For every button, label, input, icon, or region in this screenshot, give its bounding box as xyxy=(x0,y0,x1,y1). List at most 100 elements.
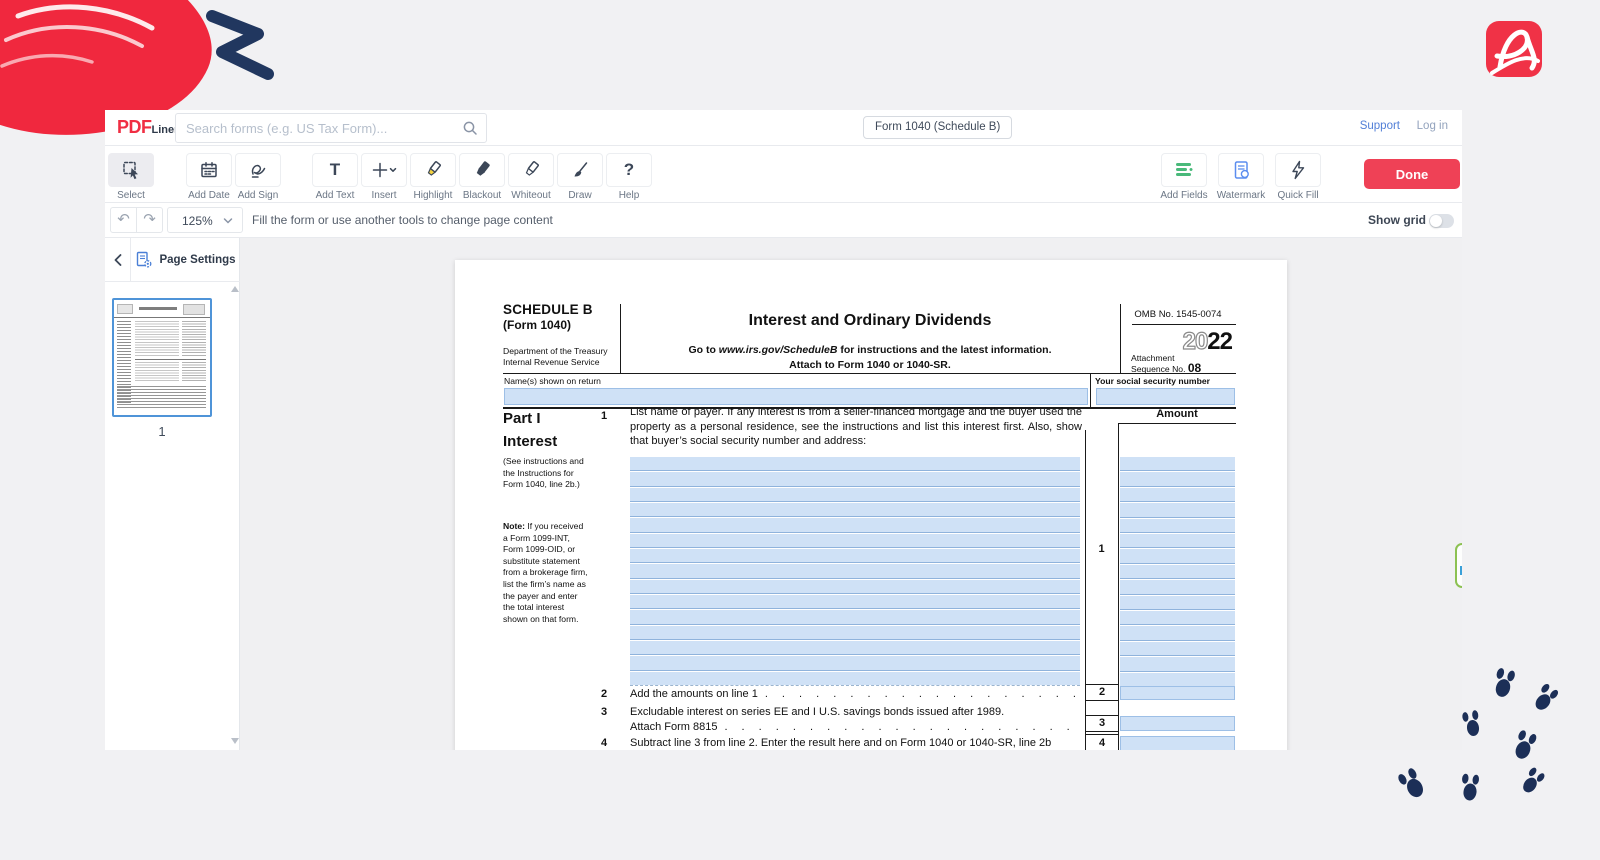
calendar-icon xyxy=(199,160,219,180)
fill-field-row[interactable] xyxy=(1120,488,1235,502)
whiteout-button[interactable]: Whiteout xyxy=(507,153,555,201)
redo-button[interactable]: ↷ xyxy=(136,207,163,233)
secondary-bar: ↶ ↷ 125% Fill the form or use another to… xyxy=(105,203,1462,238)
fill-field-row[interactable] xyxy=(630,488,1080,502)
form-title: Interest and Ordinary Dividends xyxy=(620,312,1120,330)
see-instructions-note: (See instructions and the Instructions f… xyxy=(503,456,587,491)
fill-field-row[interactable] xyxy=(630,503,1080,517)
fill-field-row[interactable] xyxy=(1120,642,1235,656)
current-form-title: Form 1040 (Schedule B) xyxy=(863,116,1012,139)
dept-treasury-label: Department of the Treasury xyxy=(503,346,608,358)
pdf-page: SCHEDULE B (Form 1040) Department of the… xyxy=(455,260,1287,750)
form-schedule-label: SCHEDULE B xyxy=(503,302,593,317)
scroll-up-arrow[interactable] xyxy=(231,286,239,292)
line2-amount-field[interactable] xyxy=(1120,686,1235,700)
fill-field-row[interactable] xyxy=(1120,549,1235,563)
pdfliner-logo[interactable]: PDFLiner xyxy=(117,117,178,138)
login-link[interactable]: Log in xyxy=(1417,120,1448,132)
edge-widget-mark xyxy=(1460,566,1462,575)
fill-field-row[interactable] xyxy=(1120,626,1235,640)
part1-title: Interest xyxy=(503,433,557,450)
whiteout-marker-icon xyxy=(520,159,542,181)
add-text-button[interactable]: T Add Text xyxy=(311,153,359,201)
fill-field-row[interactable] xyxy=(1120,534,1235,548)
pdfliner-app-window: PDFLiner Form 1040 (Schedule B) Support … xyxy=(105,110,1462,750)
fill-field-row[interactable] xyxy=(630,518,1080,532)
show-grid-toggle[interactable] xyxy=(1429,214,1454,228)
payer-rows xyxy=(630,457,1080,686)
fill-field-row[interactable] xyxy=(630,457,1080,471)
toggle-knob xyxy=(1430,215,1442,227)
highlight-button[interactable]: Highlight xyxy=(409,153,457,201)
fill-field-row[interactable] xyxy=(1120,673,1235,686)
quick-fill-button[interactable]: Quick Fill xyxy=(1270,153,1326,201)
chevron-left-icon xyxy=(111,252,125,268)
line4-text: Subtract line 3 from line 2. Enter the r… xyxy=(630,737,1082,749)
search-box xyxy=(175,113,487,143)
blackout-button[interactable]: Blackout xyxy=(458,153,506,201)
fill-field-row[interactable] xyxy=(1120,503,1235,517)
fill-field-row[interactable] xyxy=(1120,457,1235,471)
add-sign-button[interactable]: Add Sign xyxy=(234,153,282,201)
fill-field-row[interactable] xyxy=(1120,580,1235,594)
highlighter-icon xyxy=(422,159,444,181)
undo-button[interactable]: ↶ xyxy=(110,207,137,233)
add-fields-button[interactable]: Add Fields xyxy=(1156,153,1212,201)
fill-field-row[interactable] xyxy=(1120,565,1235,579)
support-link[interactable]: Support xyxy=(1360,120,1400,132)
pages-sidebar: Page Settings 1 xyxy=(105,238,240,750)
editor-hint-text: Fill the form or use another tools to ch… xyxy=(252,213,553,227)
ssn-input-field[interactable] xyxy=(1096,388,1235,405)
line1-cell-number: 1 xyxy=(1085,543,1118,555)
irs-url: www.irs.gov/ScheduleB xyxy=(719,344,838,356)
search-input[interactable] xyxy=(186,114,456,142)
lightning-icon xyxy=(1288,160,1308,180)
insert-button[interactable]: Insert xyxy=(360,153,408,201)
select-tool-button[interactable]: Select xyxy=(107,153,155,201)
zoom-level-dropdown[interactable]: 125% xyxy=(167,207,243,233)
line4-amount-field[interactable] xyxy=(1120,736,1235,750)
fill-field-row[interactable] xyxy=(1120,657,1235,671)
page-thumbnail[interactable] xyxy=(112,298,212,417)
fill-field-row[interactable] xyxy=(1120,472,1235,486)
part1-label: Part I xyxy=(503,410,541,427)
fill-field-row[interactable] xyxy=(630,610,1080,624)
fill-field-row[interactable] xyxy=(630,595,1080,609)
fill-field-row[interactable] xyxy=(630,472,1080,486)
signature-pen-icon xyxy=(248,160,268,180)
fill-field-row[interactable] xyxy=(1120,611,1235,625)
paintbrush-icon xyxy=(570,160,590,180)
line3-amount-field[interactable] xyxy=(1120,716,1235,731)
fill-field-row[interactable] xyxy=(1120,596,1235,610)
show-grid-label: Show grid xyxy=(1368,213,1426,227)
right-toolbar-group: Add Fields Watermark Quick Fill Done xyxy=(1156,146,1462,201)
add-date-button[interactable]: Add Date xyxy=(185,153,233,201)
fill-field-row[interactable] xyxy=(630,580,1080,594)
scroll-down-arrow[interactable] xyxy=(231,738,239,744)
names-input-field[interactable] xyxy=(504,388,1088,405)
fill-field-row[interactable] xyxy=(630,534,1080,548)
fill-field-row[interactable] xyxy=(630,672,1080,685)
draw-button[interactable]: Draw xyxy=(556,153,604,201)
sidebar-collapse-button[interactable] xyxy=(105,238,131,282)
edge-widget-cutoff[interactable] xyxy=(1455,543,1462,588)
amount-column-header: Amount xyxy=(1118,408,1236,420)
line2-number: 2 xyxy=(601,688,607,700)
watermark-button[interactable]: Watermark xyxy=(1213,153,1269,201)
fill-field-row[interactable] xyxy=(630,626,1080,640)
fill-field-row[interactable] xyxy=(630,641,1080,655)
tax-year: 2022 xyxy=(1120,328,1232,356)
line4-number: 4 xyxy=(601,737,607,749)
fill-field-row[interactable] xyxy=(1120,519,1235,533)
fill-field-row[interactable] xyxy=(630,549,1080,563)
fill-field-row[interactable] xyxy=(630,564,1080,578)
help-button[interactable]: ? Help xyxy=(605,153,653,201)
document-canvas: SCHEDULE B (Form 1040) Department of the… xyxy=(240,238,1462,750)
insert-plus-icon xyxy=(371,160,397,180)
undo-icon: ↶ xyxy=(117,211,130,228)
done-button[interactable]: Done xyxy=(1364,159,1460,189)
fill-field-row[interactable] xyxy=(630,656,1080,670)
page-settings-button[interactable]: Page Settings xyxy=(131,238,240,282)
search-icon[interactable] xyxy=(462,120,478,136)
line1-instructions: List name of payer. If any interest is f… xyxy=(630,405,1082,449)
